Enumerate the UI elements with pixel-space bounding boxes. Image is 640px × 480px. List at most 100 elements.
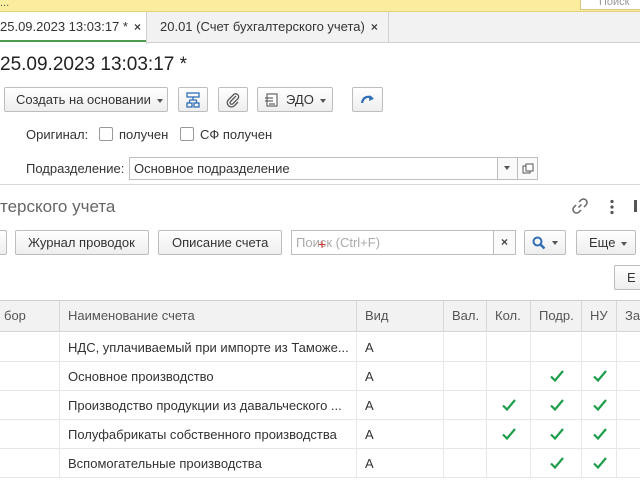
sf-received-label: СФ получен: [200, 127, 273, 142]
more-vertical-icon[interactable]: [609, 199, 615, 215]
sf-received-checkbox[interactable]: [180, 127, 194, 141]
checkmark-icon: [502, 428, 516, 441]
edo-icon: [265, 93, 278, 107]
more-label: Еще: [589, 235, 616, 250]
chevron-down-icon: [156, 98, 163, 103]
column-header[interactable]: Кол.: [487, 301, 531, 332]
partial-button[interactable]: [0, 230, 7, 255]
link-icon[interactable]: [571, 197, 589, 215]
account-kind-cell: А: [357, 420, 444, 449]
cursor-icon: +: [318, 236, 327, 252]
subform-title: терского учета: [0, 197, 116, 216]
table-cell: [487, 333, 531, 362]
column-header[interactable]: НУ: [582, 301, 617, 332]
original-label: Оригинал:: [26, 127, 89, 142]
account-name-cell: Основное производство: [60, 362, 357, 391]
close-icon[interactable]: ×: [134, 20, 141, 34]
table-cell: [444, 420, 487, 449]
global-search-input[interactable]: Поиск: [580, 0, 640, 10]
search-button[interactable]: [524, 230, 566, 255]
table-cell: [582, 333, 617, 362]
chevron-down-icon: [552, 241, 558, 245]
top-bar-fragment: ...: [0, 0, 10, 9]
search-icon: [532, 236, 546, 250]
table-cell: [0, 333, 60, 362]
close-icon[interactable]: ×: [371, 20, 378, 34]
table-cell: [0, 362, 60, 391]
create-based-on-button[interactable]: Создать на основании: [4, 87, 168, 112]
checkmark-icon: [550, 399, 564, 412]
column-header[interactable]: За: [617, 301, 640, 332]
tab-bar: 25.09.2023 13:03:17 * × 20.01 (Счет бухга…: [0, 12, 640, 44]
checkmark-icon: [550, 370, 564, 383]
account-name-cell: Производство продукции из давальческого …: [60, 391, 357, 420]
table-row[interactable]: НДС, уплачиваемый при импорте из Таможе.…: [0, 333, 640, 362]
table-header: бор Наименование счета Вид Вал. Кол. Под…: [0, 301, 640, 332]
subform-divider: [0, 184, 640, 185]
table-cell: [444, 391, 487, 420]
received-label: получен: [119, 127, 169, 142]
table-cell: [617, 420, 640, 449]
account-name-cell: НДС, уплачиваемый при импорте из Таможе.…: [60, 333, 357, 362]
checkmark-icon: [593, 370, 607, 383]
account-name-cell: Полуфабрикаты собственного производства: [60, 420, 357, 449]
account-description-button[interactable]: Описание счета: [158, 230, 282, 255]
search-placeholder: Поиск (Ctrl+F): [296, 235, 381, 250]
account-kind-cell: А: [357, 362, 444, 391]
top-bar: ... Поиск: [0, 0, 640, 12]
structure-button[interactable]: [178, 87, 208, 112]
table-cell: [617, 362, 640, 391]
checkmark-icon: [593, 457, 607, 470]
division-dropdown-button[interactable]: [497, 157, 518, 180]
collapse-icon[interactable]: [634, 200, 637, 212]
account-kind-cell: А: [357, 391, 444, 420]
division-field[interactable]: Основное подразделение: [129, 157, 498, 180]
division-label: Подразделение:: [26, 161, 125, 176]
go-to-button[interactable]: [352, 87, 383, 112]
checkmark-icon: [550, 457, 564, 470]
clear-search-button[interactable]: ×: [493, 230, 516, 255]
table-row[interactable]: Основное производство А: [0, 362, 640, 391]
journal-button[interactable]: Журнал проводок: [15, 230, 149, 255]
extra-button[interactable]: Е: [614, 265, 640, 290]
table-cell: [617, 391, 640, 420]
account-kind-cell: А: [357, 333, 444, 362]
column-header[interactable]: бор: [0, 301, 60, 332]
tab-document[interactable]: 25.09.2023 13:03:17 * ×: [0, 12, 147, 44]
table-cell: [531, 333, 582, 362]
table-cell: [0, 449, 60, 478]
attach-button[interactable]: [218, 87, 248, 112]
column-header[interactable]: Подр.: [531, 301, 582, 332]
more-button[interactable]: Еще: [576, 230, 636, 255]
column-header[interactable]: Наименование счета: [60, 301, 357, 332]
table-cell: [487, 362, 531, 391]
table-cell: [444, 333, 487, 362]
page-title: 25.09.2023 13:03:17 *: [0, 54, 188, 75]
table-cell: [0, 391, 60, 420]
edo-label: ЭДО: [286, 92, 314, 107]
table-row[interactable]: Производство продукции из давальческого …: [0, 391, 640, 420]
redo-arrow-icon: [360, 95, 374, 104]
checkmark-icon: [593, 399, 607, 412]
tab-account[interactable]: 20.01 (Счет бухгалтерского учета) ×: [147, 12, 389, 43]
table-row[interactable]: Вспомогательные производства А: [0, 449, 640, 478]
account-name-cell: Вспомогательные производства: [60, 449, 357, 478]
column-header[interactable]: Вид: [357, 301, 444, 332]
table-cell: [444, 362, 487, 391]
table-cell: [444, 449, 487, 478]
accounts-table: бор Наименование счета Вид Вал. Кол. Под…: [0, 300, 640, 480]
tab-label: 20.01 (Счет бухгалтерского учета): [160, 19, 365, 34]
checkmark-icon: [593, 428, 607, 441]
chevron-down-icon: [504, 166, 510, 170]
table-row[interactable]: Полуфабрикаты собственного производства А: [0, 420, 640, 449]
paperclip-icon: [226, 93, 240, 108]
division-open-button[interactable]: [517, 157, 538, 180]
chevron-down-icon: [621, 241, 628, 246]
search-input[interactable]: Поиск (Ctrl+F) +: [291, 230, 494, 255]
account-kind-cell: А: [357, 449, 444, 478]
open-icon: [522, 163, 534, 174]
column-header[interactable]: Вал.: [444, 301, 487, 332]
received-checkbox[interactable]: [99, 127, 113, 141]
table-cell: [487, 449, 531, 478]
edo-button[interactable]: ЭДО: [257, 87, 333, 112]
